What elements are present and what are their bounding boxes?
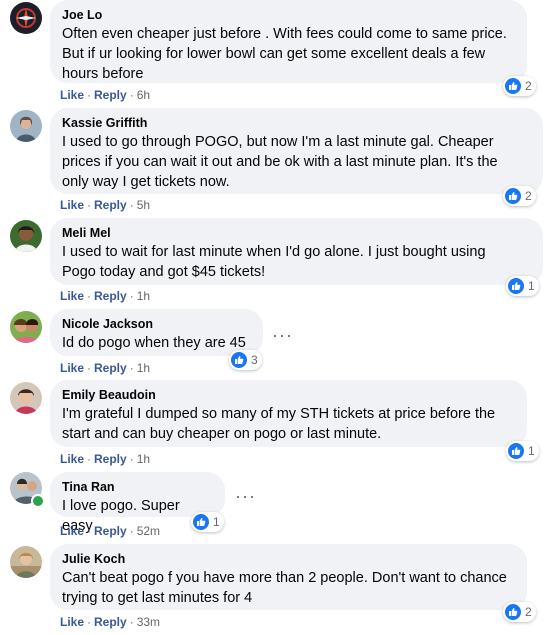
comment-actions: Like · Reply · 52m [60, 523, 160, 539]
avatar[interactable] [10, 110, 42, 142]
more-options-icon[interactable]: ··· [272, 326, 293, 344]
comment-timestamp[interactable]: 33m [137, 615, 160, 629]
avatar[interactable] [10, 546, 42, 578]
comment-author[interactable]: Meli Mel [62, 225, 531, 241]
comment-author[interactable]: Kassie Griffith [62, 115, 531, 131]
reaction-number: 1 [528, 279, 535, 293]
comment-bubble: Joe Lo Often even cheaper just before . … [50, 0, 527, 83]
comment-actions: Like · Reply · 6h [60, 87, 150, 103]
comment-timestamp[interactable]: 52m [137, 524, 160, 538]
separator: · [87, 361, 92, 375]
online-status-indicator [31, 494, 45, 508]
reaction-number: 1 [528, 444, 535, 458]
reaction-count[interactable]: 2 [503, 186, 536, 206]
comment-text: Can't beat pogo f you have more than 2 p… [62, 570, 507, 586]
separator: · [87, 615, 92, 629]
comment-timestamp[interactable]: 1h [137, 452, 150, 466]
reply-button[interactable]: Reply [94, 88, 127, 102]
avatar[interactable] [10, 311, 42, 343]
separator: · [87, 289, 92, 303]
thumbs-up-icon [505, 188, 521, 204]
comment-author[interactable]: Emily Beaudoin [62, 387, 515, 403]
comment-actions: Like · Reply · 5h [60, 197, 150, 213]
reaction-count[interactable]: 2 [503, 602, 536, 622]
comment-author[interactable]: Tina Ran [62, 479, 213, 495]
like-button[interactable]: Like [60, 452, 84, 466]
comment-bubble: Tina Ran I love pogo. Super easy [50, 472, 225, 534]
reaction-count[interactable]: 1 [506, 441, 539, 461]
reply-button[interactable]: Reply [94, 452, 127, 466]
thumbs-up-icon [508, 278, 524, 294]
comment-text: Pogo today and got $45 tickets! [62, 264, 266, 280]
separator: · [87, 452, 92, 466]
like-button[interactable]: Like [60, 198, 84, 212]
reply-button[interactable]: Reply [94, 615, 127, 629]
avatar[interactable] [10, 2, 42, 34]
comment-text: trying to get last minutes for 4 [62, 590, 253, 606]
comment-timestamp[interactable]: 1h [137, 361, 150, 375]
separator: · [87, 88, 92, 102]
reply-button[interactable]: Reply [94, 524, 127, 538]
separator: · [129, 615, 134, 629]
separator: · [87, 198, 92, 212]
comment-text: hours before [62, 66, 144, 82]
reaction-count[interactable]: 1 [191, 512, 224, 532]
comment-text: start and can buy cheaper on pogo or las… [62, 426, 382, 442]
reaction-number: 2 [525, 79, 532, 93]
separator: · [129, 198, 134, 212]
comment-text: I used to go through POGO, but now I'm a… [62, 134, 494, 150]
separator: · [129, 524, 134, 538]
comment-actions: Like · Reply · 33m [60, 614, 160, 630]
comment-timestamp[interactable]: 5h [137, 198, 150, 212]
comment-text: prices if you can wait it out and be ok … [62, 154, 498, 170]
comment-text: Often even cheaper just before . With fe… [62, 26, 507, 42]
reply-button[interactable]: Reply [94, 361, 127, 375]
reaction-count[interactable]: 3 [229, 350, 262, 370]
comment-bubble: Emily Beaudoin I'm grateful I dumped so … [50, 380, 527, 447]
comment-bubble: Nicole Jackson Id do pogo when they are … [50, 309, 263, 356]
reaction-number: 2 [525, 189, 532, 203]
comment-text: I'm grateful I dumped so many of my STH … [62, 406, 496, 422]
separator: · [129, 289, 134, 303]
separator: · [129, 361, 134, 375]
comment-timestamp[interactable]: 1h [137, 289, 150, 303]
reaction-number: 3 [251, 353, 258, 367]
separator: · [129, 88, 134, 102]
like-button[interactable]: Like [60, 289, 84, 303]
like-button[interactable]: Like [60, 361, 84, 375]
comment-bubble: Julie Koch Can't beat pogo f you have mo… [50, 544, 527, 610]
reply-button[interactable]: Reply [94, 198, 127, 212]
comment-author[interactable]: Julie Koch [62, 551, 515, 567]
comment-bubble: Meli Mel I used to wait for last minute … [50, 218, 543, 285]
more-options-icon[interactable]: ··· [235, 487, 256, 505]
comment-text: only way I get tickets now. [62, 174, 230, 190]
thumbs-up-icon [193, 514, 209, 530]
reaction-count[interactable]: 2 [503, 76, 536, 96]
comment-text: I used to wait for last minute when I'd … [62, 244, 486, 260]
avatar[interactable] [10, 220, 42, 252]
thumbs-up-icon [505, 78, 521, 94]
reaction-count[interactable]: 1 [506, 276, 539, 296]
comment-actions: Like · Reply · 1h [60, 288, 150, 304]
thumbs-up-icon [231, 352, 247, 368]
separator: · [87, 524, 92, 538]
comment-text: But if ur looking for lower bowl can get… [62, 46, 486, 62]
comment-author[interactable]: Joe Lo [62, 7, 515, 23]
comment-author[interactable]: Nicole Jackson [62, 316, 251, 332]
like-button[interactable]: Like [60, 88, 84, 102]
comment-actions: Like · Reply · 1h [60, 451, 150, 467]
thumbs-up-icon [508, 443, 524, 459]
separator: · [129, 452, 134, 466]
reply-button[interactable]: Reply [94, 289, 127, 303]
comment-timestamp[interactable]: 6h [137, 88, 150, 102]
reaction-number: 2 [525, 605, 532, 619]
comment-text: Id do pogo when they are 45 [62, 335, 246, 351]
reaction-number: 1 [213, 515, 220, 529]
thumbs-up-icon [505, 604, 521, 620]
comment-actions: Like · Reply · 1h [60, 360, 150, 376]
like-button[interactable]: Like [60, 615, 84, 629]
like-button[interactable]: Like [60, 524, 84, 538]
avatar[interactable] [10, 382, 42, 414]
comment-bubble: Kassie Griffith I used to go through POG… [50, 108, 543, 194]
